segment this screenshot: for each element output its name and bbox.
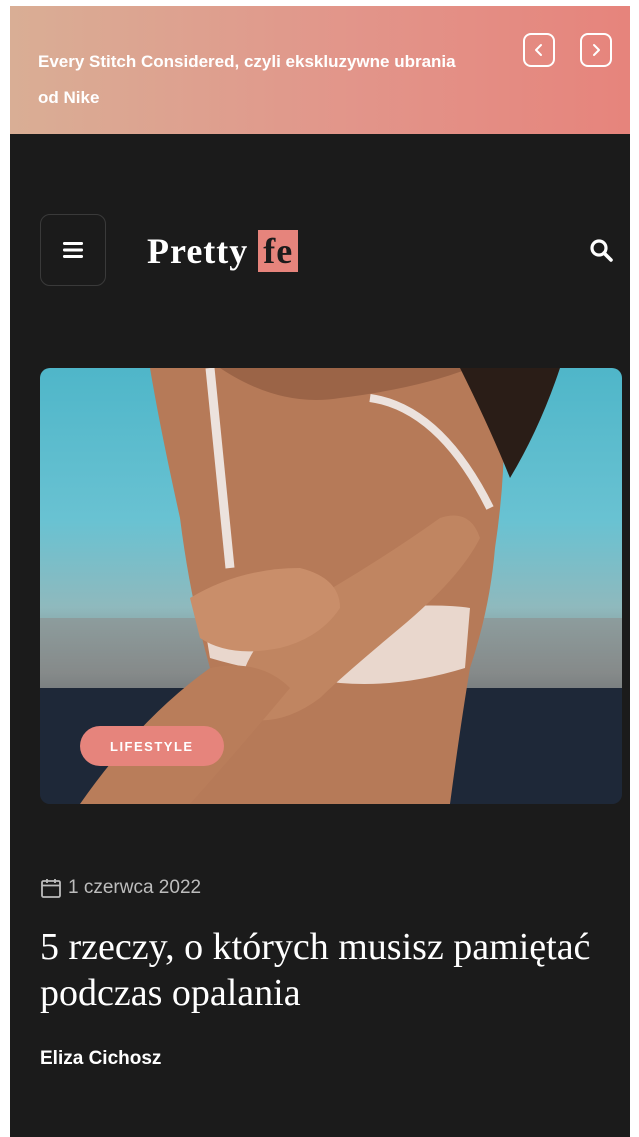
news-ticker: Every Stitch Considered, czyli ekskluzyw… (10, 6, 630, 134)
post-featured-image[interactable]: LIFESTYLE (40, 368, 622, 804)
category-badge[interactable]: LIFESTYLE (80, 726, 224, 766)
chevron-right-icon (593, 44, 600, 56)
post-date: 1 czerwca 2022 (40, 874, 201, 902)
post-author-link[interactable]: Eliza Cichosz (40, 1048, 161, 1070)
post-title-link[interactable]: 5 rzeczy, o których musisz pamiętać podc… (40, 924, 600, 1016)
menu-button[interactable] (40, 214, 106, 286)
chevron-left-icon (535, 44, 542, 56)
post-date-text: 1 czerwca 2022 (68, 877, 202, 898)
logo-accent-text: fe (258, 230, 299, 272)
hamburger-menu-icon (63, 242, 83, 258)
ticker-next-button[interactable] (580, 33, 612, 67)
calendar-icon (41, 879, 61, 898)
site-logo[interactable]: Pretty fe (147, 230, 299, 272)
logo-main-text: Pretty (147, 231, 249, 271)
ticker-prev-button[interactable] (523, 33, 555, 67)
page-frame: Every Stitch Considered, czyli ekskluzyw… (10, 6, 630, 1137)
ticker-headline-link[interactable]: Every Stitch Considered, czyli ekskluzyw… (38, 44, 458, 116)
search-icon[interactable] (588, 237, 614, 263)
